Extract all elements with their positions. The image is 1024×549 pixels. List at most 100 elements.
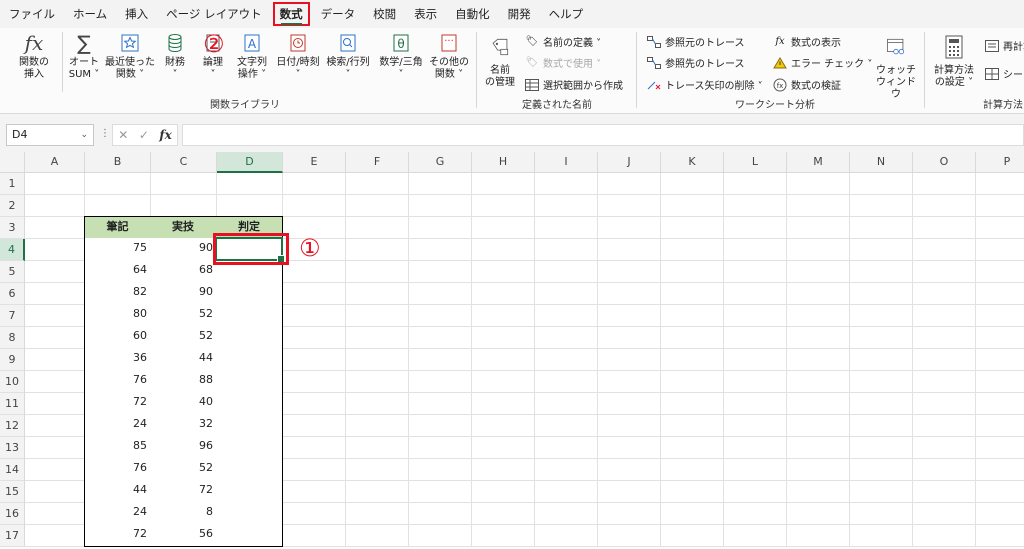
table-cell[interactable] (216, 502, 283, 525)
more-functions-button[interactable]: ··· その他の 関数 ˅ (428, 32, 470, 81)
column-header-f[interactable]: F (346, 152, 409, 173)
table-cell[interactable] (216, 304, 283, 327)
use-in-formula-button[interactable]: 🏷︎ 数式で使用 ˅ (524, 55, 602, 70)
table-cell[interactable] (216, 348, 283, 371)
error-checking-button[interactable]: エラー チェック ˅ (772, 55, 872, 70)
more-icon[interactable]: ⋮ (100, 128, 110, 139)
table-cell[interactable] (216, 326, 283, 349)
table-cell[interactable]: 36 (84, 348, 151, 371)
table-cell[interactable] (216, 436, 283, 459)
row-header-17[interactable]: 17 (0, 525, 25, 547)
table-cell[interactable]: 80 (84, 304, 151, 327)
name-box[interactable]: D4 ⌄ (6, 124, 94, 146)
cancel-icon[interactable]: ✕ (118, 128, 128, 142)
tab-developer[interactable]: 開発 (499, 0, 540, 28)
tab-automate[interactable]: 自動化 (446, 0, 499, 28)
trace-dependents-button[interactable]: 参照先のトレース (646, 55, 745, 70)
row-header-13[interactable]: 13 (0, 437, 25, 459)
remove-arrows-button[interactable]: トレース矢印の削除 ˅ (646, 77, 763, 92)
datetime-button[interactable]: 日付/時刻 ˅ (274, 32, 322, 81)
table-cell[interactable]: 8 (150, 502, 217, 525)
column-header-o[interactable]: O (913, 152, 976, 173)
insert-function-icon[interactable]: fx (159, 128, 171, 142)
table-cell[interactable]: 68 (150, 260, 217, 283)
calc-sheet-button[interactable]: シート (984, 66, 1024, 81)
tab-home[interactable]: ホーム (64, 0, 116, 28)
row-header-8[interactable]: 8 (0, 327, 25, 349)
column-header-m[interactable]: M (787, 152, 850, 173)
table-cell[interactable]: 40 (150, 392, 217, 415)
tab-page-layout[interactable]: ページ レイアウト (157, 0, 270, 28)
table-header-cell[interactable]: 実技 (150, 216, 217, 239)
column-header-j[interactable]: J (598, 152, 661, 173)
column-header-p[interactable]: P (976, 152, 1024, 173)
row-header-2[interactable]: 2 (0, 195, 25, 217)
row-header-6[interactable]: 6 (0, 283, 25, 305)
table-cell[interactable]: 32 (150, 414, 217, 437)
row-header-1[interactable]: 1 (0, 173, 25, 195)
formula-input[interactable] (182, 124, 1024, 146)
define-name-button[interactable]: 🏷︎ 名前の定義 ˅ (524, 34, 602, 49)
table-cell[interactable] (216, 414, 283, 437)
tab-view[interactable]: 表示 (405, 0, 446, 28)
table-cell[interactable]: 24 (84, 414, 151, 437)
recent-functions-button[interactable]: 最近使った 関数 ˅ (104, 32, 156, 81)
column-header-g[interactable]: G (409, 152, 472, 173)
select-all-corner[interactable] (0, 152, 25, 173)
tab-review[interactable]: 校閲 (364, 0, 405, 28)
table-cell[interactable]: 72 (84, 392, 151, 415)
recalculate-button[interactable]: 再計算 (984, 38, 1024, 53)
chevron-down-icon[interactable]: ⌄ (80, 125, 88, 145)
trace-precedents-button[interactable]: 参照元のトレース (646, 34, 745, 49)
row-header-5[interactable]: 5 (0, 261, 25, 283)
tab-data[interactable]: データ (312, 0, 365, 28)
table-cell[interactable]: 64 (84, 260, 151, 283)
table-cell[interactable]: 52 (150, 326, 217, 349)
table-cell[interactable]: 60 (84, 326, 151, 349)
tab-formulas[interactable]: 数式 (271, 0, 312, 28)
table-header-cell[interactable]: 筆記 (84, 216, 151, 239)
table-cell[interactable]: 24 (84, 502, 151, 525)
tab-file[interactable]: ファイル (0, 0, 64, 28)
row-header-4[interactable]: 4 (0, 239, 25, 261)
column-header-a[interactable]: A (25, 152, 85, 173)
table-cell[interactable]: 72 (150, 480, 217, 503)
table-cell[interactable] (216, 282, 283, 305)
create-from-selection-button[interactable]: 選択範囲から作成 (524, 77, 623, 92)
column-header-l[interactable]: L (724, 152, 787, 173)
name-manager-button[interactable]: 名前 の管理 (482, 32, 518, 89)
row-header-11[interactable]: 11 (0, 393, 25, 415)
table-cell[interactable]: 76 (84, 370, 151, 393)
show-formulas-button[interactable]: fx 数式の表示 (772, 34, 841, 49)
tab-help[interactable]: ヘルプ (540, 0, 593, 28)
column-header-e[interactable]: E (283, 152, 346, 173)
text-functions-button[interactable]: A 文字列 操作 ˅ (232, 32, 272, 81)
enter-icon[interactable]: ✓ (139, 128, 149, 142)
column-header-b[interactable]: B (85, 152, 151, 173)
insert-function-button[interactable]: fx 関数の 挿入 (10, 32, 58, 81)
table-cell[interactable]: 44 (150, 348, 217, 371)
table-cell[interactable] (216, 458, 283, 481)
table-cell[interactable]: 82 (84, 282, 151, 305)
row-header-16[interactable]: 16 (0, 503, 25, 525)
table-cell[interactable]: 85 (84, 436, 151, 459)
row-header-7[interactable]: 7 (0, 305, 25, 327)
column-header-n[interactable]: N (850, 152, 913, 173)
row-header-15[interactable]: 15 (0, 481, 25, 503)
row-header-3[interactable]: 3 (0, 217, 25, 239)
table-cell[interactable]: 76 (84, 458, 151, 481)
table-cell[interactable]: 52 (150, 304, 217, 327)
table-cell[interactable] (216, 524, 283, 547)
column-header-c[interactable]: C (151, 152, 217, 173)
column-header-d[interactable]: D (217, 152, 283, 173)
table-cell[interactable]: 56 (150, 524, 217, 547)
table-cell[interactable]: 90 (150, 238, 217, 261)
column-header-k[interactable]: K (661, 152, 724, 173)
column-header-h[interactable]: H (472, 152, 535, 173)
table-cell[interactable]: 75 (84, 238, 151, 261)
table-cell[interactable]: 52 (150, 458, 217, 481)
watch-window-button[interactable]: ウォッチ ウィンドウ (874, 32, 918, 101)
row-header-9[interactable]: 9 (0, 349, 25, 371)
row-header-12[interactable]: 12 (0, 415, 25, 437)
autosum-button[interactable]: ∑ オート SUM ˅ (64, 32, 104, 81)
